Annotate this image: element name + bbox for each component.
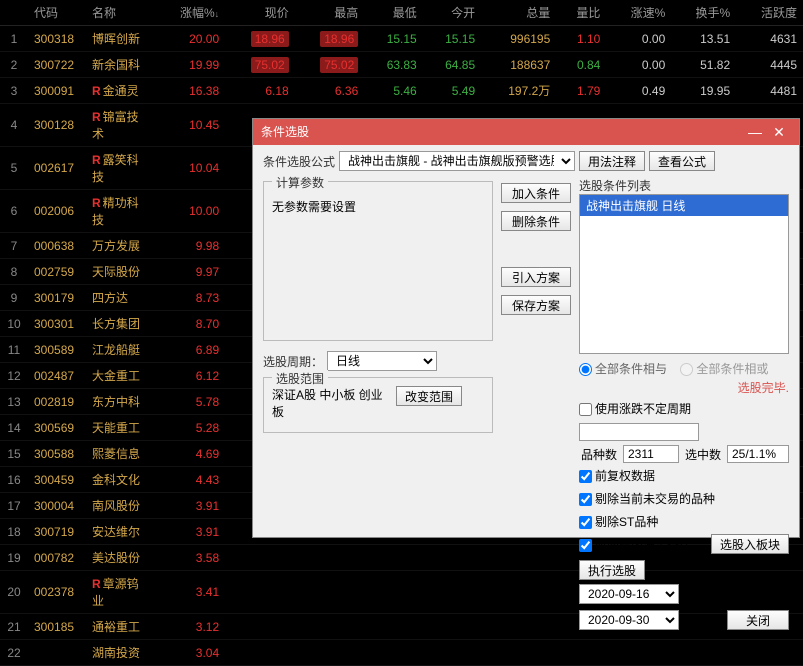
- col-header[interactable]: 涨幅%↓: [154, 0, 225, 26]
- col-header[interactable]: 最低: [364, 0, 422, 26]
- fq-checkbox[interactable]: 前复权数据: [579, 467, 655, 484]
- period-select[interactable]: 日线: [327, 351, 437, 371]
- selected-label: 选中数: [685, 446, 721, 463]
- close-icon[interactable]: ✕: [767, 119, 791, 145]
- period-label: 选股周期：: [263, 353, 323, 370]
- formula-label: 条件选股公式: [263, 153, 335, 170]
- to-block-button[interactable]: 选股入板块: [711, 534, 789, 554]
- table-row[interactable]: 22湖南投资3.04: [0, 640, 803, 666]
- remove-nontrade-checkbox[interactable]: 剔除当前未交易的品种: [579, 490, 715, 507]
- col-header[interactable]: 活跃度: [736, 0, 803, 26]
- dialog-title: 条件选股: [261, 119, 743, 145]
- table-row[interactable]: 2300722新余国科19.9975.0275.0263.8364.851886…: [0, 52, 803, 78]
- radio-or[interactable]: 全部条件相或: [680, 362, 768, 376]
- scope-text: 深证A股 中小板 创业板: [272, 386, 390, 420]
- condition-list[interactable]: 战神出击旗舰 日线: [579, 194, 789, 354]
- selected-value: [727, 445, 789, 463]
- change-scope-button[interactable]: 改变范围: [396, 386, 462, 406]
- param-text: 无参数需要设置: [272, 198, 484, 215]
- condition-dialog: 条件选股 — ✕ 条件选股公式 战神出击旗舰 - 战神出击旗舰版预警选股 用法注…: [252, 118, 800, 538]
- col-header[interactable]: 换手%: [671, 0, 736, 26]
- col-header[interactable]: 代码: [28, 0, 86, 26]
- col-header[interactable]: 涨速%: [606, 0, 671, 26]
- col-header[interactable]: 最高: [295, 0, 365, 26]
- cond-list-label: 选股条件列表: [579, 177, 789, 194]
- add-condition-button[interactable]: 加入条件: [501, 183, 571, 203]
- pct-period-input[interactable]: [579, 423, 699, 441]
- close-button[interactable]: 关闭: [727, 610, 789, 630]
- col-header[interactable]: 量比: [556, 0, 606, 26]
- formula-select[interactable]: 战神出击旗舰 - 战神出击旗舰版预警选股: [339, 151, 575, 171]
- col-header[interactable]: [0, 0, 28, 26]
- done-text: 选股完毕.: [579, 379, 789, 396]
- col-header[interactable]: 现价: [225, 0, 295, 26]
- count-label: 品种数: [581, 446, 617, 463]
- import-plan-button[interactable]: 引入方案: [501, 267, 571, 287]
- time-range-checkbox[interactable]: 时间段内满足条件: [579, 536, 691, 553]
- run-selection-button[interactable]: 执行选股: [579, 560, 645, 580]
- save-plan-button[interactable]: 保存方案: [501, 295, 571, 315]
- param-group-title: 计算参数: [272, 174, 328, 191]
- count-value: [623, 445, 679, 463]
- condition-item[interactable]: 战神出击旗舰 日线: [580, 195, 788, 216]
- remove-st-checkbox[interactable]: 剔除ST品种: [579, 513, 658, 530]
- use-pct-checkbox[interactable]: 使用涨跌不定周期: [579, 400, 691, 417]
- date-from-select[interactable]: 2020-09-16: [579, 584, 679, 604]
- view-formula-button[interactable]: 查看公式: [649, 151, 715, 171]
- table-row[interactable]: 1300318博晖创新20.0018.9618.9615.1515.159961…: [0, 26, 803, 52]
- col-header[interactable]: 总量: [481, 0, 556, 26]
- date-to-select[interactable]: 2020-09-30: [579, 610, 679, 630]
- table-row[interactable]: 3300091R金通灵16.386.186.365.465.49197.2万1.…: [0, 78, 803, 104]
- radio-and[interactable]: 全部条件相与: [579, 362, 667, 376]
- dialog-titlebar[interactable]: 条件选股 — ✕: [253, 119, 799, 145]
- minimize-icon[interactable]: —: [743, 119, 767, 145]
- scope-group-title: 选股范围: [272, 370, 328, 387]
- col-header[interactable]: 今开: [423, 0, 481, 26]
- col-header[interactable]: 名称: [86, 0, 154, 26]
- usage-button[interactable]: 用法注释: [579, 151, 645, 171]
- delete-condition-button[interactable]: 删除条件: [501, 211, 571, 231]
